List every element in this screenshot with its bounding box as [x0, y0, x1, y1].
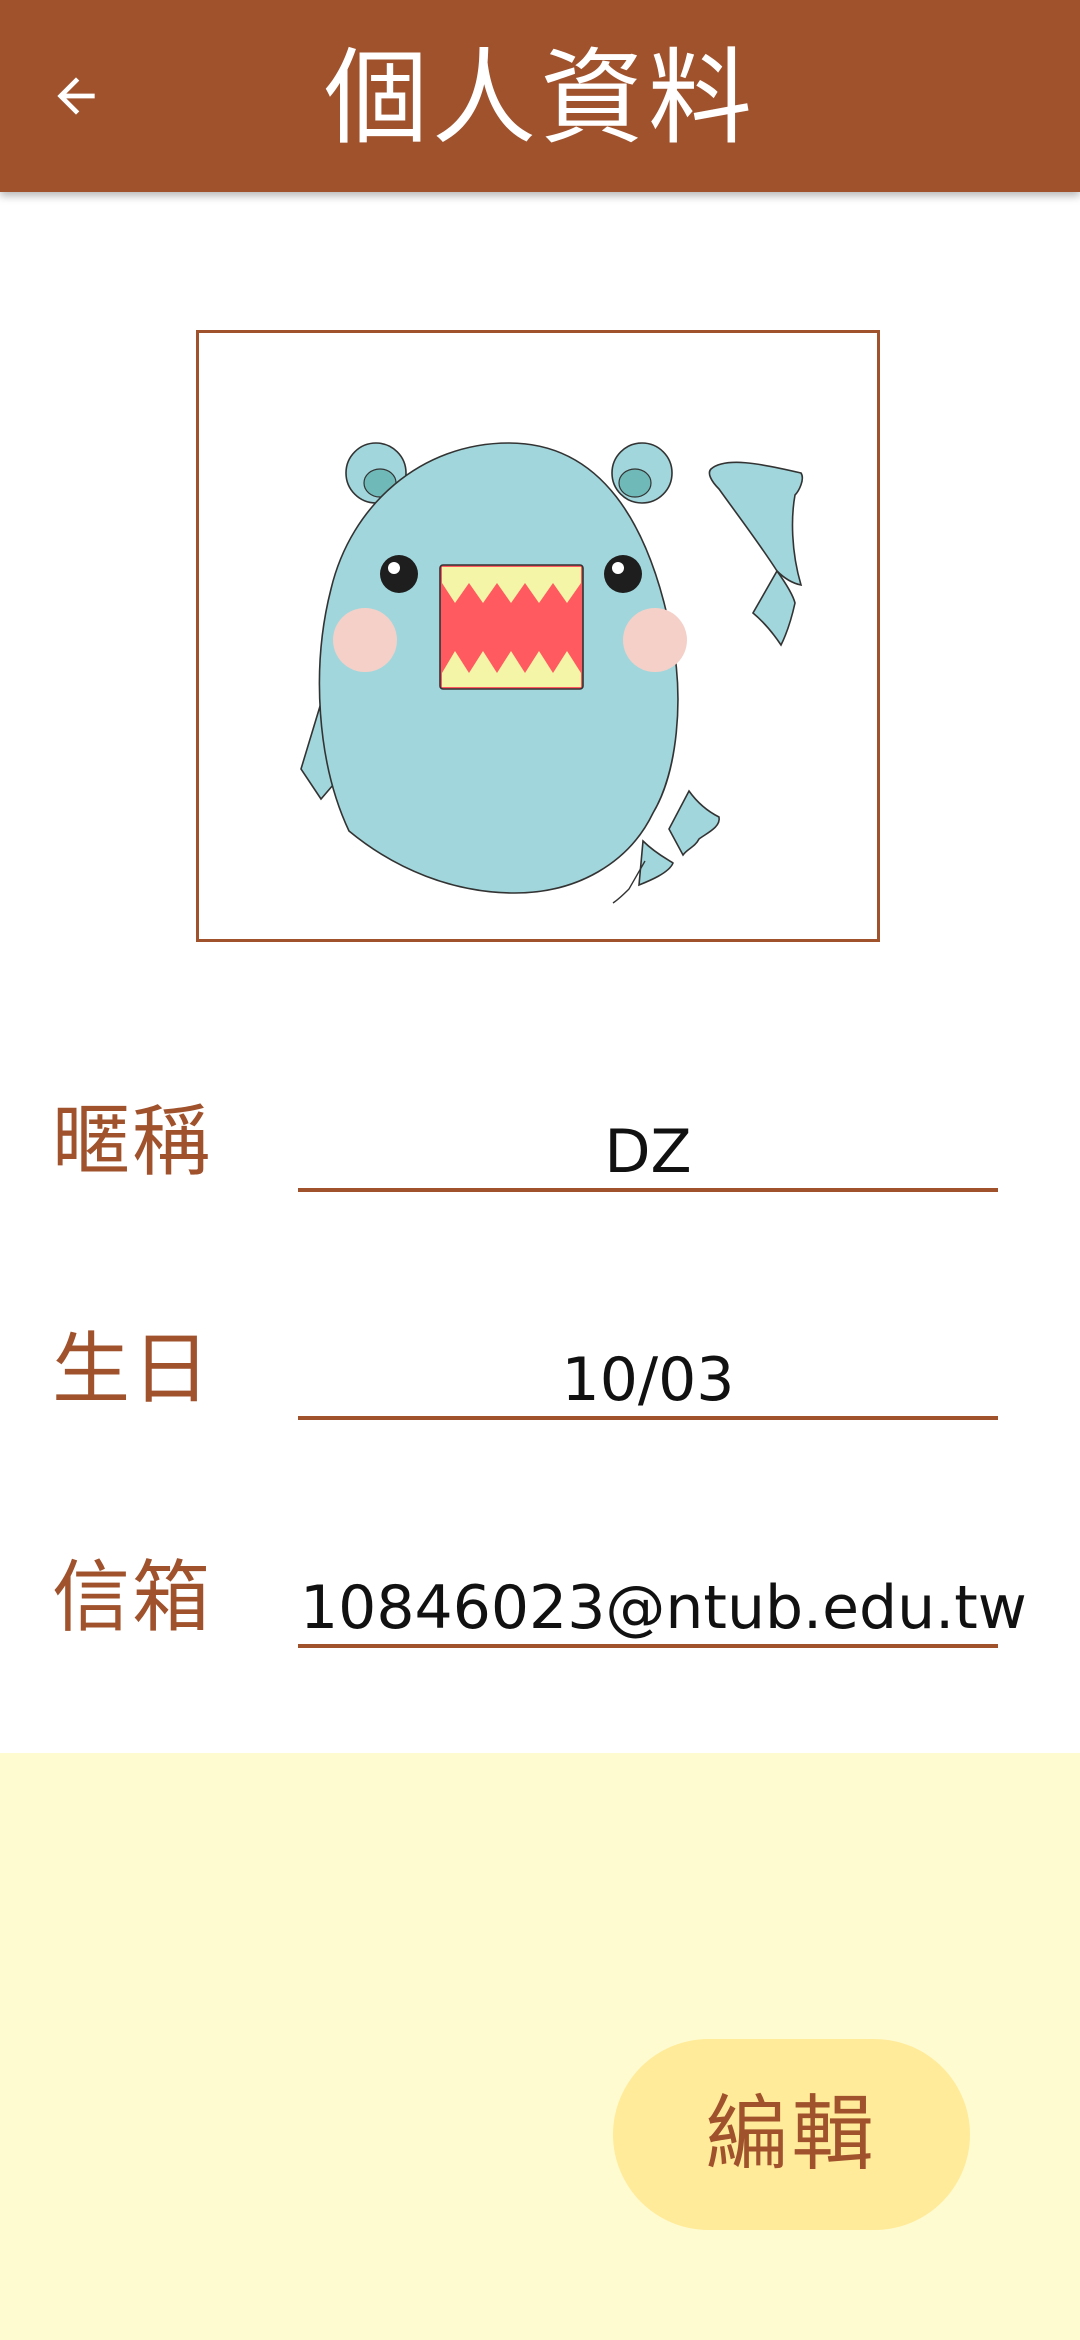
birthday-field[interactable]: 10/03	[300, 1340, 996, 1420]
email-field[interactable]: 10846023@ntub.edu.tw	[300, 1568, 1027, 1648]
monster-avatar-icon	[300, 442, 804, 904]
email-underline	[298, 1644, 998, 1648]
edit-button[interactable]: 編輯	[613, 2039, 970, 2230]
monster-tail-tip	[751, 569, 796, 647]
monster-right-cheek	[623, 608, 687, 672]
nickname-label: 暱稱	[52, 1097, 213, 1187]
nickname-field[interactable]: DZ	[300, 1112, 996, 1192]
monster-left-cheek	[333, 608, 397, 672]
monster-left-eye	[380, 555, 418, 593]
app-bar: 個人資料	[0, 0, 1080, 192]
email-label: 信箱	[52, 1553, 213, 1643]
birthday-underline	[298, 1416, 998, 1420]
avatar	[196, 330, 880, 942]
bottom-panel	[0, 1753, 1080, 2340]
birthday-label: 生日	[52, 1325, 213, 1415]
nickname-underline	[298, 1188, 998, 1192]
monster-right-eye	[604, 555, 642, 593]
page-title: 個人資料	[323, 37, 756, 159]
monster-tail	[708, 461, 804, 587]
